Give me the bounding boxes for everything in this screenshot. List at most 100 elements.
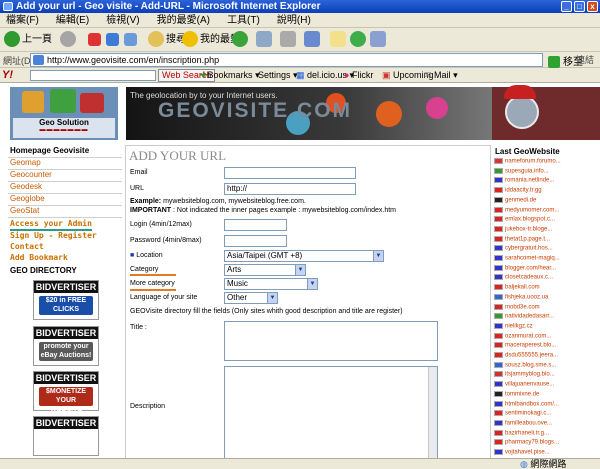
minimize-button[interactable]: _ — [561, 1, 572, 12]
site-name: supesguia.info... — [505, 168, 549, 175]
list-item[interactable]: mobd3e.com — [494, 303, 540, 312]
back-button[interactable]: 上一頁 — [4, 31, 52, 49]
stop-button[interactable] — [88, 31, 103, 49]
list-item[interactable]: maceraperest.blo... — [494, 342, 556, 350]
list-item[interactable]: baljekali.com — [494, 284, 540, 292]
category-select[interactable]: Arts ▼ — [224, 264, 306, 276]
gift-icon — [50, 89, 76, 113]
bidvertiser-ad-free-clicks[interactable]: BIDVERTISER $20 in FREE CLICKS — [33, 280, 99, 320]
mail-button[interactable] — [256, 31, 274, 49]
solution-caption-text: Geo Solution — [39, 118, 89, 127]
site-logo-text[interactable]: GEOVISITE.COM — [158, 99, 352, 123]
sidebar-item-geodesk[interactable]: Geodesk — [10, 182, 42, 192]
print-button[interactable] — [280, 31, 298, 49]
list-item[interactable]: emlax.blogspot.c... — [494, 216, 555, 224]
yahoo-logo[interactable]: Y! — [2, 69, 13, 81]
more-category-select[interactable]: Music ▼ — [224, 278, 318, 290]
links-label[interactable]: 連結 — [576, 53, 594, 66]
directory-note: GEOVisite directory fill the fields (Onl… — [130, 308, 403, 315]
language-select[interactable]: Other ▼ — [224, 292, 278, 304]
list-item[interactable]: nameforum.forumo... — [494, 158, 561, 166]
flickr-button[interactable]: ● Flickr — [344, 68, 373, 83]
window-title-bar: Add your url - Geo visite - Add-URL - Mi… — [0, 0, 600, 13]
contact-link[interactable]: Contact — [10, 242, 44, 252]
list-item[interactable]: ozanmurat.com... — [494, 332, 551, 341]
bookmarks-button[interactable]: ✚Bookmarks ▾ — [200, 68, 260, 83]
list-item[interactable]: jukebox-tr.bloge... — [494, 225, 552, 234]
menu-edit[interactable]: 編輯(E) — [56, 15, 89, 26]
discuss-button[interactable] — [330, 31, 348, 49]
list-item[interactable]: familleabou.ove... — [494, 419, 552, 428]
bidvertiser-ad-monetize[interactable]: BIDVERTISER $MONETIZE YOUR WEBSITE — [33, 371, 99, 413]
edit-button[interactable] — [304, 31, 322, 49]
maximize-button[interactable]: □ — [574, 1, 585, 12]
language-flags-icon[interactable]: ▬▬▬▬▬▬▬ — [13, 127, 115, 133]
list-item[interactable]: sousz.blog.sme.s... — [494, 361, 556, 370]
home-button[interactable] — [124, 31, 139, 49]
list-item[interactable]: blogger.com/hear... — [494, 264, 556, 273]
list-item[interactable]: romania.netlinde... — [494, 177, 554, 185]
sidebar-item-geostat[interactable]: GeoStat — [10, 206, 39, 216]
list-item[interactable]: thetat1p.page.t... — [494, 235, 550, 244]
sidebar-item-geocounter[interactable]: Geocounter — [10, 170, 52, 180]
access-admin-link[interactable]: Access your Admin — [10, 219, 92, 229]
list-item[interactable]: genmedi.de — [494, 196, 536, 205]
login-field[interactable] — [224, 219, 287, 231]
password-field[interactable] — [224, 235, 287, 247]
location-select[interactable]: Asia/Taipei (GMT +8) ▼ — [224, 250, 384, 262]
add-bookmark-link[interactable]: Add Bookmark — [10, 253, 68, 263]
search-button[interactable]: 搜尋 — [148, 31, 186, 49]
list-item[interactable]: dsdu555555.jeera... — [494, 352, 558, 360]
yahoo-search-input[interactable] — [30, 70, 156, 81]
list-item[interactable]: iddaacity.tr.gg — [494, 187, 542, 195]
sign-up-link[interactable]: Sign Up - Register — [10, 231, 97, 241]
mail-button-yahoo[interactable]: ✉ Mail ▾ — [424, 68, 458, 83]
close-button[interactable]: x — [587, 1, 598, 12]
flag-icon — [494, 206, 503, 213]
list-item[interactable]: villajuanenvause... — [494, 381, 554, 389]
list-item[interactable]: medyumomer.com... — [494, 206, 559, 215]
list-item[interactable]: closetcadeaux.c... — [494, 274, 553, 282]
sidebar-item-geomap[interactable]: Geomap — [10, 158, 41, 168]
list-item[interactable]: sentiminokagi.c... — [494, 410, 551, 418]
address-input[interactable]: http://www.geovisite.com/en/inscription.… — [30, 53, 543, 67]
menu-tools[interactable]: 工具(T) — [227, 15, 260, 26]
site-name: dsdu555555.jeera... — [505, 352, 559, 359]
history-button[interactable] — [232, 31, 250, 49]
globe-icon: ◍ — [520, 459, 531, 469]
list-item[interactable]: pharmacy79.blogs... — [494, 439, 559, 447]
bidvertiser-ad[interactable]: BIDVERTISER — [33, 416, 99, 456]
list-item[interactable]: itsjammyblog.blo... — [494, 371, 555, 379]
list-item[interactable]: tommixne.de — [494, 390, 539, 399]
url-field[interactable]: http:// — [224, 183, 356, 195]
flag-icon — [494, 390, 503, 397]
scrollbar[interactable] — [428, 367, 437, 458]
refresh-button[interactable] — [106, 31, 121, 49]
email-field[interactable] — [224, 167, 356, 179]
menu-help[interactable]: 說明(H) — [277, 15, 311, 26]
messenger-button[interactable] — [350, 31, 368, 49]
sidebar-item-geoglobe[interactable]: Geoglobe — [10, 194, 45, 204]
settings-button[interactable]: Settings ▾ — [258, 68, 298, 83]
list-item[interactable]: sarahcomet-magiq... — [494, 255, 560, 263]
list-item[interactable]: nielikgz.cz — [494, 322, 533, 331]
bidvertiser-ad-ebay[interactable]: BIDVERTISER promote your eBay Auctions! — [33, 326, 99, 366]
research-button[interactable] — [370, 31, 388, 49]
title-field[interactable] — [224, 321, 438, 361]
list-item[interactable]: fishjeka.uooz.ua — [494, 293, 548, 302]
list-item[interactable]: natividadedasarr... — [494, 313, 554, 321]
menu-view[interactable]: 檢視(V) — [106, 15, 139, 26]
history-icon — [232, 31, 248, 48]
menu-file[interactable]: 檔案(F) — [6, 15, 39, 26]
forward-button[interactable] — [60, 31, 78, 49]
ad-brand: BIDVERTISER — [34, 281, 98, 293]
list-item[interactable]: vojtahavel.pise... — [494, 449, 550, 457]
menu-favorites[interactable]: 我的最愛(A) — [157, 15, 210, 26]
description-field[interactable] — [224, 366, 438, 458]
list-item[interactable]: cybergratuit.hos... — [494, 245, 553, 253]
list-item[interactable]: bazirhaneli.tr.g... — [494, 429, 549, 438]
list-item[interactable]: htmlbandbox.com/... — [494, 400, 559, 409]
ad-line2: CLICKS — [52, 306, 80, 313]
back-label: 上一頁 — [22, 34, 52, 45]
list-item[interactable]: supesguia.info... — [494, 167, 549, 176]
